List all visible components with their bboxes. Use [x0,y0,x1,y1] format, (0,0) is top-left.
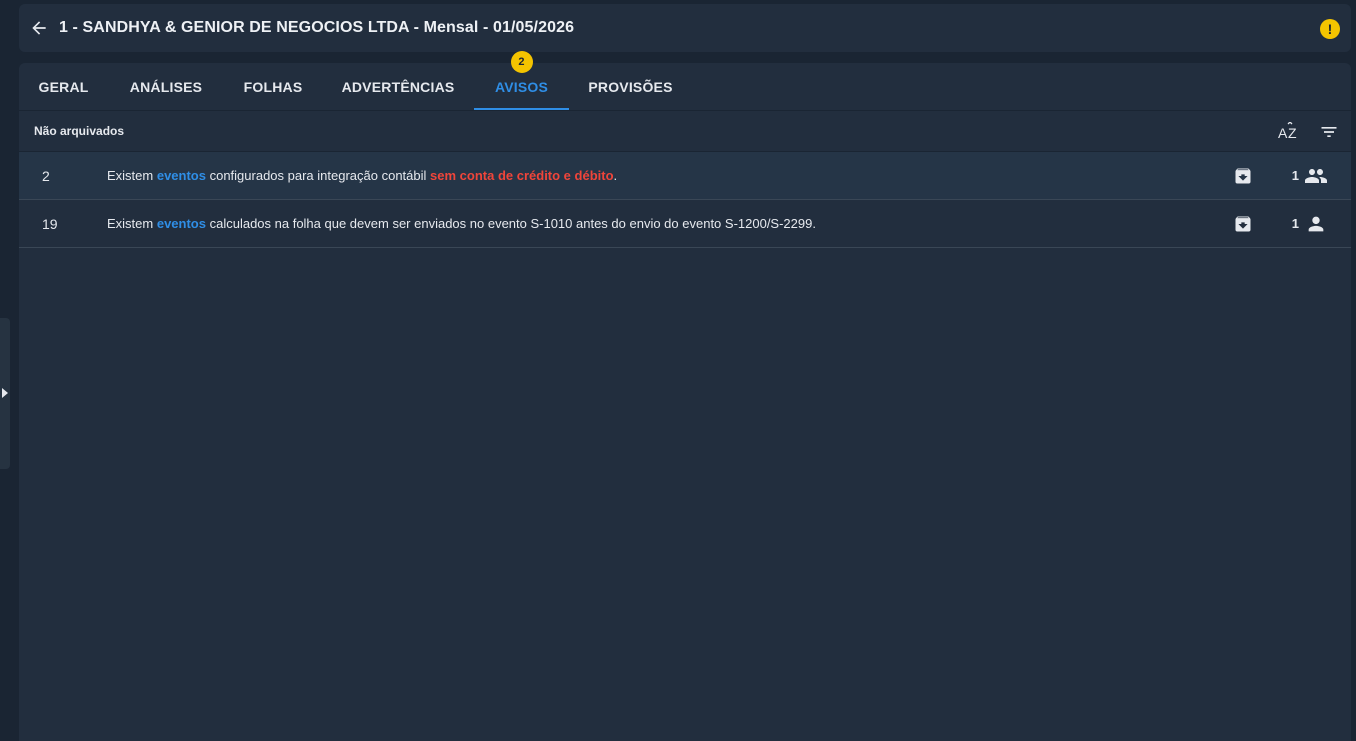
eventos-link[interactable]: eventos [157,168,206,183]
page-header: 1 - SANDHYA & GENIOR DE NEGOCIOS LTDA - … [19,4,1351,52]
back-arrow-icon[interactable] [27,16,51,40]
tab-folhas[interactable]: FOLHAS [224,63,322,110]
person-icon [1303,212,1329,236]
table-row[interactable]: 19 Existem eventos calculados na folha q… [19,200,1351,248]
tab-label: AVISOS [494,78,549,95]
message-highlight: sem conta de crédito e débito [430,168,614,183]
row-code: 19 [42,215,58,232]
message-text: Existem [107,216,157,231]
tab-label: ADVERTÊNCIAS [341,78,455,95]
tab-label: GERAL [38,78,89,95]
svg-text:Z: Z [1288,125,1297,141]
row-code: 2 [42,167,50,184]
row-count: 1 [1291,216,1299,231]
tab-geral[interactable]: GERAL [19,63,108,110]
row-count: 1 [1291,168,1299,183]
section-header: Não arquivados A Z [19,111,1351,152]
main-panel: GERAL ANÁLISES FOLHAS ADVERTÊNCIAS 2 AVI… [19,51,1351,741]
message-text: calculados na folha que devem ser enviad… [205,216,816,231]
message-text: Existem [107,168,157,183]
message-text: configurados para integração contábil [205,168,431,183]
tab-count-badge: 2 [510,51,533,73]
sort-alpha-icon[interactable]: A Z [1277,120,1301,144]
table-row[interactable]: 2 Existem eventos configurados para inte… [19,152,1351,200]
tab-provisoes[interactable]: PROVISÕES [569,63,692,110]
archive-icon[interactable] [1231,164,1255,188]
archive-icon[interactable] [1231,212,1255,236]
svg-text:A: A [1278,125,1288,141]
tab-bar: GERAL ANÁLISES FOLHAS ADVERTÊNCIAS 2 AVI… [19,51,1351,111]
eventos-link[interactable]: eventos [157,216,206,231]
tab-label: PROVISÕES [588,78,673,95]
tab-label: FOLHAS [243,78,303,95]
group-icon [1303,164,1329,188]
page-title: 1 - SANDHYA & GENIOR DE NEGOCIOS LTDA - … [59,19,575,36]
tab-advertencias[interactable]: ADVERTÊNCIAS [322,63,474,110]
row-message: Existem eventos configurados para integr… [107,168,617,183]
tab-analises[interactable]: ANÁLISES [108,63,224,110]
expand-drawer-icon[interactable] [1,386,9,400]
filter-icon[interactable] [1317,120,1341,144]
warning-icon[interactable]: ! [1320,19,1340,39]
message-text: . [613,168,618,183]
row-message: Existem eventos calculados na folha que … [107,216,816,231]
tab-label: ANÁLISES [129,78,203,95]
tab-avisos[interactable]: 2 AVISOS [474,51,569,110]
section-title: Não arquivados [34,124,125,138]
